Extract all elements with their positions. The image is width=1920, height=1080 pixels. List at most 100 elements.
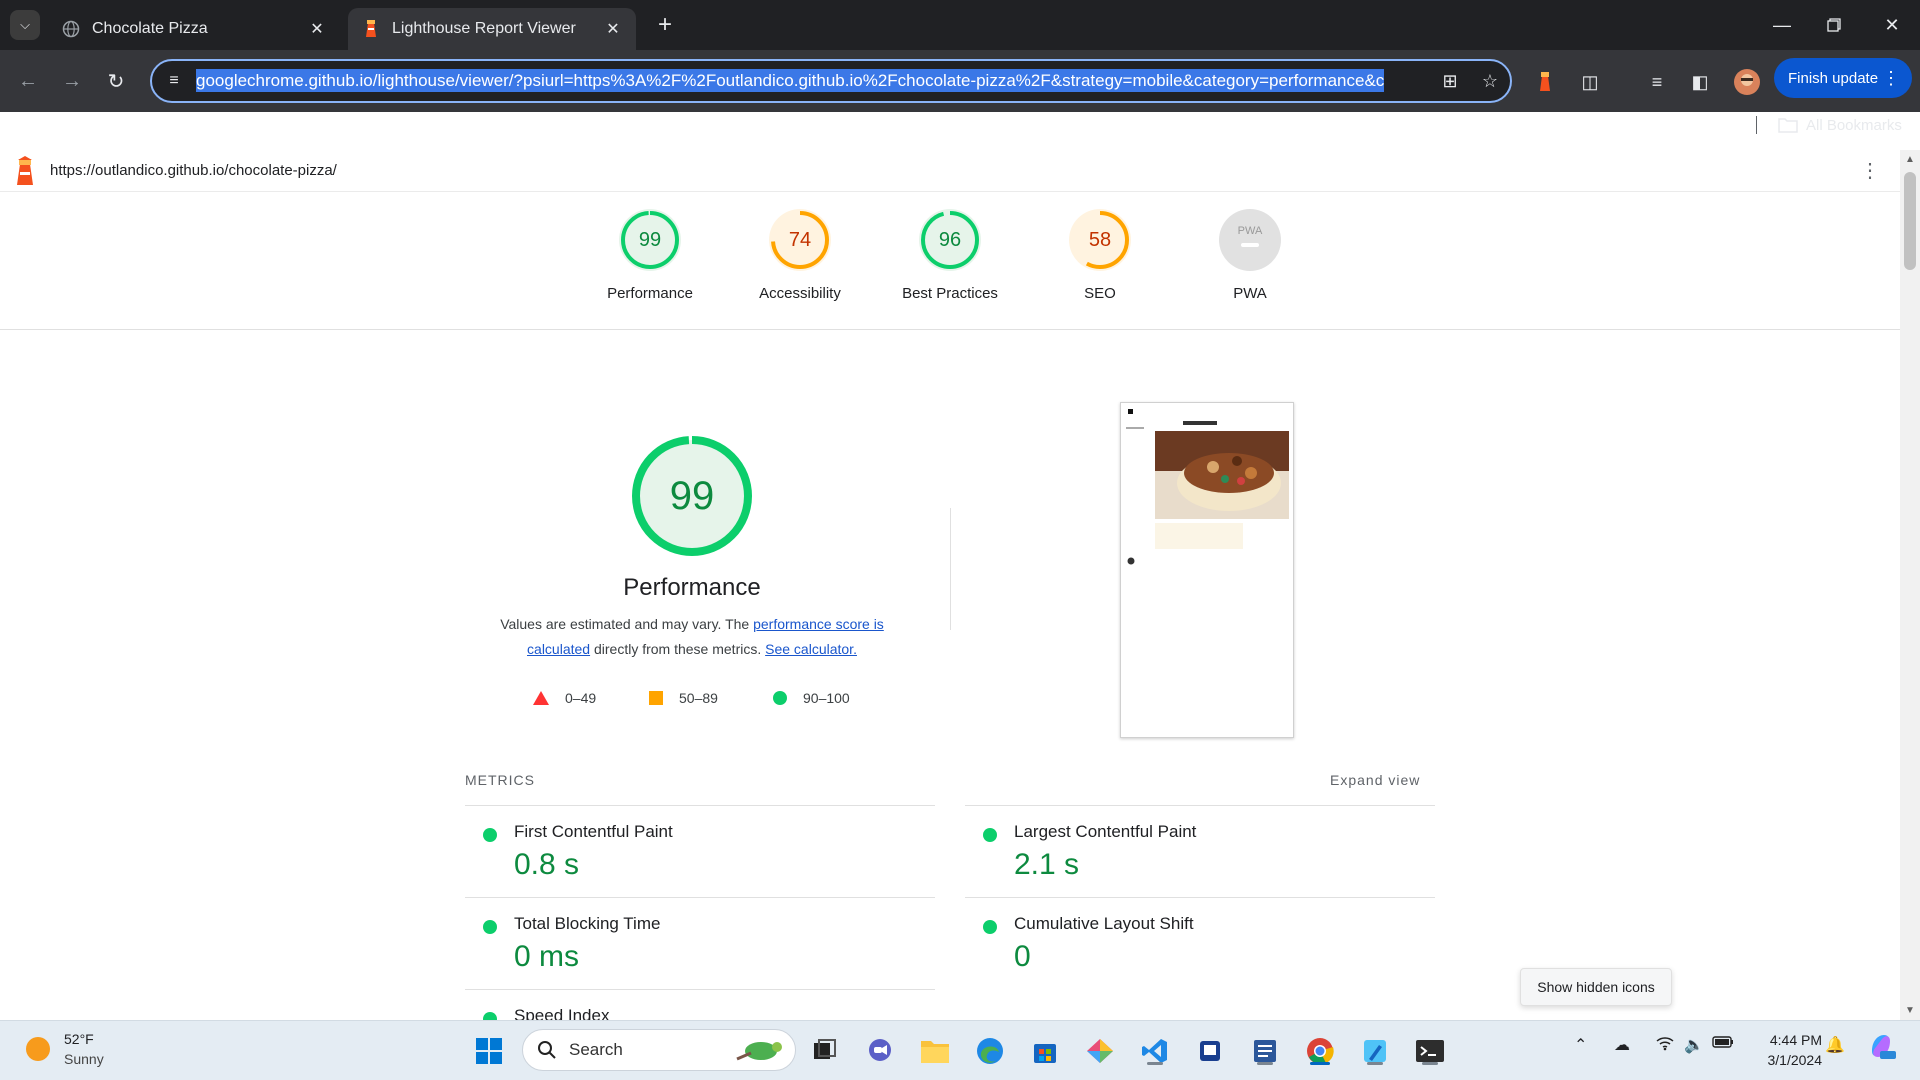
avatar[interactable]	[1732, 67, 1762, 97]
terminal-button[interactable]	[1412, 1033, 1448, 1069]
tab-lighthouse-report-viewer[interactable]: Lighthouse Report Viewer ✕	[348, 8, 636, 50]
chat-icon	[869, 1039, 891, 1061]
show-hidden-icons-tooltip: Show hidden icons	[1520, 968, 1672, 1006]
plus-icon: +	[657, 11, 672, 38]
close-window-button[interactable]: ✕	[1872, 8, 1912, 42]
finish-update-button[interactable]: Finish update ⋮	[1774, 58, 1912, 98]
task-view-icon	[814, 1039, 836, 1059]
minimize-button[interactable]: —	[1762, 8, 1802, 42]
printer-icon	[1200, 1041, 1220, 1061]
tab-chocolate-pizza[interactable]: Chocolate Pizza ✕	[48, 8, 340, 50]
copilot-icon[interactable]	[1866, 1031, 1896, 1066]
address-bar[interactable]: ≡ googlechrome.github.io/lighthouse/view…	[150, 59, 1512, 103]
gauge-seo[interactable]: 58 SEO	[1030, 209, 1170, 302]
metric-total-blocking-time: Total Blocking Time 0 ms	[465, 897, 935, 989]
reload-icon: ↻	[107, 70, 125, 93]
gauge-pwa[interactable]: PWA PWA	[1180, 209, 1320, 302]
onedrive-icon[interactable]: ☁	[1614, 1035, 1630, 1055]
scroll-up-icon[interactable]: ▲	[1900, 154, 1920, 165]
legend-pass: 90–100	[773, 690, 850, 706]
performance-title: Performance	[623, 574, 761, 601]
word-app-button[interactable]	[1247, 1033, 1283, 1069]
side-panel-icon[interactable]: ◧	[1685, 67, 1715, 97]
star-icon[interactable]: ☆	[1470, 71, 1510, 92]
gauge-accessibility[interactable]: 74 Accessibility	[730, 209, 870, 302]
media-controls-icon[interactable]: ≡	[1642, 67, 1672, 97]
more-vert-icon: ⋮	[1882, 67, 1900, 88]
store-icon	[1034, 1044, 1056, 1063]
show-hidden-icons-button[interactable]: ⌃	[1574, 1035, 1587, 1055]
windows-icon	[476, 1038, 502, 1064]
final-screenshot[interactable]	[1120, 402, 1294, 738]
pass-indicator-icon	[483, 828, 497, 842]
printer-app-button[interactable]	[1192, 1033, 1228, 1069]
task-view-button[interactable]	[806, 1033, 842, 1069]
git-app-button[interactable]	[1082, 1033, 1118, 1069]
performance-gauge: 99	[630, 434, 754, 558]
lighthouse-extension-icon[interactable]	[1530, 67, 1560, 97]
notification-bell-icon[interactable]: 🔔	[1825, 1035, 1845, 1055]
forward-button[interactable]: →	[56, 65, 88, 97]
teams-chat-button[interactable]	[862, 1033, 898, 1069]
pass-indicator-icon	[983, 920, 997, 934]
expand-view-button[interactable]: Expand view	[1330, 772, 1420, 788]
battery-icon[interactable]	[1712, 1035, 1734, 1054]
chrome-button[interactable]	[1302, 1033, 1338, 1069]
gauge-circle: 99	[619, 209, 681, 271]
back-button[interactable]: ←	[12, 65, 44, 97]
address-input[interactable]: googlechrome.github.io/lighthouse/viewer…	[196, 68, 1430, 94]
gauge-performance[interactable]: 99 Performance	[580, 209, 720, 302]
tab-title: Lighthouse Report Viewer	[392, 20, 576, 37]
scroll-down-icon[interactable]: ▼	[1900, 1005, 1920, 1016]
metric-cumulative-layout-shift: Cumulative Layout Shift 0	[965, 897, 1435, 989]
chevron-down-icon: ⌵	[20, 17, 30, 32]
restore-button[interactable]	[1814, 8, 1854, 42]
running-indicator	[1147, 1062, 1163, 1065]
see-calculator-link[interactable]: See calculator.	[765, 641, 857, 657]
close-icon[interactable]: ✕	[308, 19, 326, 39]
active-indicator	[1310, 1062, 1330, 1065]
tab-strip: ⌵ Chocolate Pizza ✕ Lighthouse Report Vi…	[0, 0, 1920, 50]
tab-title: Chocolate Pizza	[92, 20, 208, 37]
legend-average: 50–89	[649, 690, 718, 706]
weather-widget[interactable]: 52°F Sunny	[26, 1029, 104, 1069]
gauge-circle: 74	[769, 209, 831, 271]
site-info-icon[interactable]: ≡	[152, 72, 196, 90]
extensions-icon[interactable]: ◫	[1575, 67, 1605, 97]
taskbar-search[interactable]: Search	[522, 1029, 796, 1071]
more-vert-icon[interactable]: ⋮	[1860, 158, 1880, 183]
page-content: https://outlandico.github.io/chocolate-p…	[0, 150, 1920, 1020]
arrow-left-icon: ←	[18, 69, 38, 92]
divider	[950, 508, 951, 630]
page-scrollbar[interactable]: ▲ ▼	[1900, 150, 1920, 1020]
folder-icon	[1778, 118, 1798, 133]
close-icon: ✕	[1884, 14, 1900, 35]
close-icon[interactable]: ✕	[604, 19, 622, 39]
file-explorer-button[interactable]	[917, 1033, 953, 1069]
volume-icon[interactable]: 🔈	[1684, 1035, 1704, 1055]
gauge-circle: 58	[1069, 209, 1131, 271]
gauge-best-practices[interactable]: 96 Best Practices	[880, 209, 1020, 302]
gem-icon	[1087, 1039, 1113, 1063]
pass-indicator-icon	[983, 828, 997, 842]
paint-app-button[interactable]	[1357, 1033, 1393, 1069]
new-tab-button[interactable]: +	[650, 10, 680, 40]
vscode-button[interactable]	[1137, 1033, 1173, 1069]
reload-button[interactable]: ↻	[100, 65, 132, 97]
edge-icon	[977, 1038, 1003, 1064]
score-gauges: 99 Performance 74 Accessibility 96 Best …	[0, 192, 1900, 330]
store-button[interactable]	[1027, 1033, 1063, 1069]
clock[interactable]: 4:44 PM 3/1/2024	[1752, 1030, 1823, 1070]
pass-indicator-icon	[483, 1012, 497, 1020]
all-bookmarks-button[interactable]: All Bookmarks	[1760, 112, 1920, 138]
report-url[interactable]: https://outlandico.github.io/chocolate-p…	[50, 162, 337, 179]
edge-button[interactable]	[972, 1033, 1008, 1069]
start-button[interactable]	[471, 1033, 507, 1069]
windows-taskbar: 52°F Sunny Search ⌃ ☁ 🔈 4:44 PM 3/1/2024…	[0, 1020, 1920, 1080]
install-app-icon[interactable]: ⊞	[1430, 71, 1470, 92]
tab-search-button[interactable]: ⌵	[10, 10, 40, 40]
scrollbar-thumb[interactable]	[1904, 172, 1916, 270]
wifi-icon[interactable]	[1656, 1035, 1674, 1056]
lighthouse-icon	[362, 20, 380, 38]
lighthouse-logo	[17, 155, 33, 185]
